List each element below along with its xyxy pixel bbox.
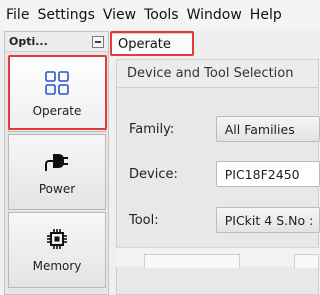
operate-nav-label: Operate xyxy=(32,104,82,118)
operate-panel: Operate Device and Tool Selection Family… xyxy=(110,31,320,295)
bottom-tab-stub xyxy=(294,254,319,268)
grid-icon xyxy=(45,71,69,95)
options-panel-header: Opti... xyxy=(5,32,108,52)
menu-tools[interactable]: Tools xyxy=(140,0,183,30)
bottom-tab-stub xyxy=(144,254,240,268)
group-title: Device and Tool Selection xyxy=(117,60,318,88)
options-panel: Opti... Operate Power Memory xyxy=(4,31,109,295)
bottom-strip xyxy=(116,247,319,268)
tool-row: Tool: PICkit 4 S.No : xyxy=(117,207,320,233)
tool-select[interactable]: PICkit 4 S.No : xyxy=(215,207,320,233)
power-plug-icon xyxy=(45,154,68,171)
family-label: Family: xyxy=(129,121,175,137)
tab-operate[interactable]: Operate xyxy=(111,33,193,55)
menu-view[interactable]: View xyxy=(99,0,140,30)
power-nav-label: Power xyxy=(38,182,76,196)
device-label: Device: xyxy=(129,166,178,182)
menu-bar: File Settings View Tools Window Help xyxy=(0,0,319,30)
device-row: Device: PIC18F2450 xyxy=(117,161,320,187)
chip-icon xyxy=(47,229,67,249)
menu-settings[interactable]: Settings xyxy=(33,0,98,30)
minimize-icon xyxy=(95,40,101,43)
power-nav-button[interactable]: Power xyxy=(8,134,106,210)
family-row: Family: All Families xyxy=(117,116,320,142)
family-select[interactable]: All Families xyxy=(215,116,320,142)
tool-label: Tool: xyxy=(129,212,159,228)
menu-help[interactable]: Help xyxy=(246,0,286,30)
menu-window[interactable]: Window xyxy=(183,0,246,30)
memory-nav-label: Memory xyxy=(32,259,82,273)
minimize-button[interactable] xyxy=(92,35,104,48)
menu-file[interactable]: File xyxy=(0,0,33,30)
options-panel-title: Opti... xyxy=(9,35,48,48)
operate-nav-button[interactable]: Operate xyxy=(8,56,106,132)
device-input[interactable]: PIC18F2450 xyxy=(215,161,320,187)
memory-nav-button[interactable]: Memory xyxy=(8,212,106,288)
